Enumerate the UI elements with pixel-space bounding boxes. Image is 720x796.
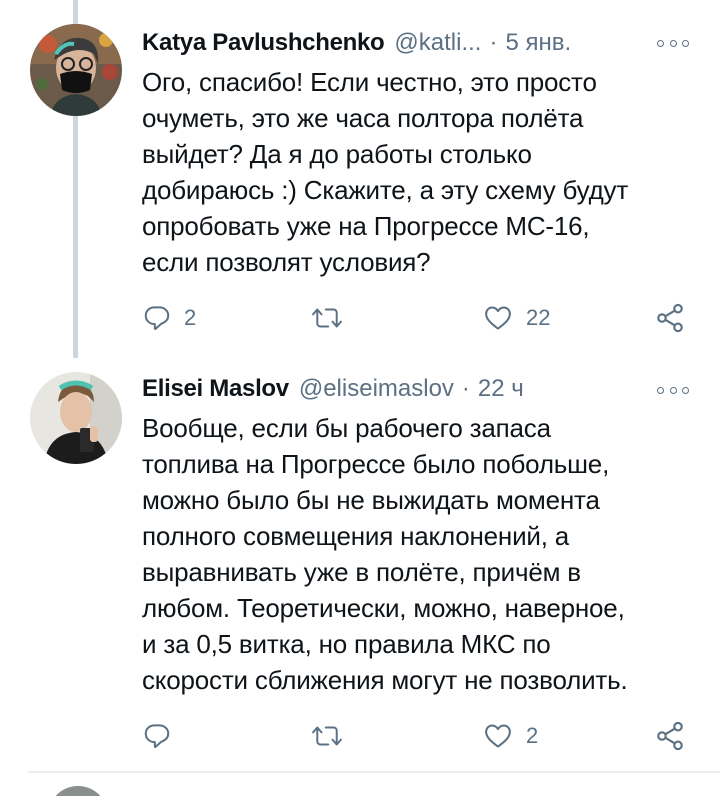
avatar[interactable]	[30, 24, 122, 116]
tweet-text-line: топлива на Прогрессе было побольше,	[142, 449, 610, 479]
header-separator: ·	[489, 29, 498, 56]
author-handle[interactable]: @katli...	[394, 29, 481, 57]
retweet-button[interactable]	[310, 716, 356, 756]
author-handle[interactable]: @eliseimaslov	[299, 375, 454, 403]
tweet-text: Ого, спасибо! Если честно, это просто оч…	[142, 64, 712, 280]
tweet-text-line: добираюсь :) Скажите, а эту схему будут	[142, 175, 629, 205]
avatar[interactable]	[30, 372, 122, 464]
tweet-text-line: Ого, спасибо! Если честно, это просто	[142, 67, 597, 97]
tweet-actions: 2 22	[142, 298, 702, 338]
tweet-text-line: Вообще, если бы рабочего запаса	[142, 413, 551, 443]
share-button[interactable]	[654, 298, 686, 338]
reply-button[interactable]: 2	[142, 298, 196, 338]
tweet-header: Elisei Maslov @eliseimaslov · 22 ч	[142, 371, 524, 407]
like-count: 2	[526, 723, 539, 748]
tweet-timestamp[interactable]: 5 янв.	[505, 29, 571, 57]
tweet-text-line: скорости сближения могут не позволить.	[142, 665, 628, 695]
like-button[interactable]: 2	[482, 716, 538, 756]
retweet-icon	[310, 303, 344, 333]
author-name[interactable]: Katya Pavlushchenko	[142, 29, 385, 57]
tweet-text: Вообще, если бы рабочего запаса топлива …	[142, 410, 712, 698]
share-button[interactable]	[654, 716, 686, 756]
more-icon[interactable]	[657, 380, 689, 400]
tweet-header: Katya Pavlushchenko @katli... · 5 янв.	[142, 25, 571, 61]
reply-icon	[142, 303, 172, 333]
like-button[interactable]: 22	[482, 298, 550, 338]
like-icon	[482, 303, 514, 333]
tweet-actions: 2	[142, 716, 702, 756]
author-name[interactable]: Elisei Maslov	[142, 375, 289, 403]
header-separator: ·	[461, 375, 470, 402]
like-icon	[482, 721, 514, 751]
tweet-text-line: выйдет? Да я до работы столько	[142, 139, 532, 169]
tweet-text-line: можно было бы не выжидать момента	[142, 485, 600, 515]
more-icon[interactable]	[657, 33, 689, 53]
tweet-text-line: любом. Теоретически, можно, наверное,	[142, 593, 625, 623]
tweet-text-line: очуметь, это же часа полтора полёта	[142, 103, 584, 133]
tweet-text-line: опробовать уже на Прогрессе МС-16,	[142, 211, 590, 241]
tweet-text-line: полного совмещения наклонений, а	[142, 521, 570, 551]
reply-count: 2	[184, 305, 197, 330]
tweet-divider	[28, 771, 720, 773]
retweet-button[interactable]	[310, 298, 356, 338]
tweet-timestamp[interactable]: 22 ч	[478, 375, 524, 403]
share-icon	[654, 720, 686, 752]
share-icon	[654, 302, 686, 334]
retweet-icon	[310, 721, 344, 751]
tweet-text-line: выравнивать уже в полёте, причём в	[142, 557, 581, 587]
reply-button[interactable]	[142, 716, 184, 756]
like-count: 22	[526, 305, 551, 330]
tweet-text-line: если позволят условия?	[142, 247, 431, 277]
avatar[interactable]	[48, 786, 108, 796]
tweet-text-line: и за 0,5 витка, но правила МКС по	[142, 629, 551, 659]
reply-icon	[142, 721, 172, 751]
